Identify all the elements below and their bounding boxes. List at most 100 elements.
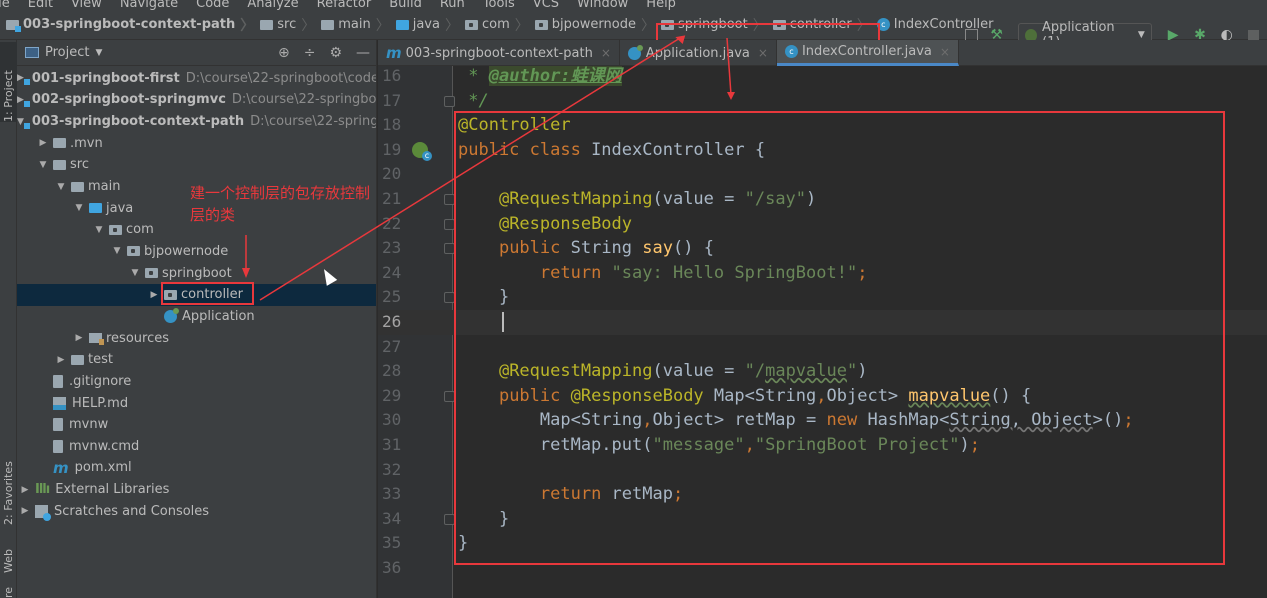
menu-help[interactable]: Help bbox=[646, 0, 676, 10]
breadcrumb-label: main bbox=[338, 17, 371, 32]
expand-right-icon[interactable]: ▶ bbox=[55, 355, 67, 365]
close-icon[interactable]: × bbox=[758, 46, 768, 60]
tree-item-mvnw-cmd[interactable]: mvnw.cmd bbox=[17, 436, 376, 458]
menu-tools[interactable]: Tools bbox=[483, 0, 515, 10]
breadcrumb-item-bjpowernode[interactable]: bjpowernode 〉 bbox=[529, 10, 655, 39]
tree-item-003-springboot-context-path[interactable]: ▼ 003-springboot-context-path D:\course\22… bbox=[17, 111, 376, 133]
tree-item-label: test bbox=[88, 352, 113, 368]
tree-item-label: 001-springboot-first bbox=[31, 70, 180, 86]
folder-icon bbox=[71, 354, 84, 365]
text-file-icon bbox=[53, 374, 63, 388]
menu-navigate[interactable]: Navigate bbox=[120, 0, 178, 10]
package-icon bbox=[534, 19, 548, 30]
editor-tab-indexcontroller-java[interactable]: c IndexController.java × bbox=[776, 40, 959, 66]
text-file-icon bbox=[53, 439, 63, 453]
expand-right-icon[interactable]: ▶ bbox=[73, 333, 85, 343]
controller-highlight-box bbox=[161, 282, 254, 305]
collapse-all-icon[interactable]: ÷ bbox=[304, 45, 316, 61]
tree-item-application[interactable]: Application bbox=[17, 306, 376, 328]
tool-tab-project[interactable]: 1: Project bbox=[0, 42, 17, 122]
menu-view[interactable]: View bbox=[71, 0, 102, 10]
menu-run[interactable]: Run bbox=[440, 0, 465, 10]
expand-right-icon[interactable]: ▶ bbox=[17, 73, 24, 83]
tree-item-label: 003-springboot-context-path bbox=[31, 114, 245, 130]
menu-refactor[interactable]: Refactor bbox=[317, 0, 372, 10]
line-number: 30 bbox=[382, 410, 402, 430]
gear-icon[interactable]: ⚙ bbox=[329, 45, 342, 61]
expand-down-icon[interactable]: ▼ bbox=[37, 160, 49, 170]
code-text: * @author:蛙课网 bbox=[458, 64, 622, 89]
tree-item-src[interactable]: ▼ src bbox=[17, 154, 376, 176]
tree-item-label: main bbox=[88, 179, 121, 195]
menu-bar: File Edit View Navigate Code Analyze Refactor B… bbox=[0, 0, 1267, 10]
expand-down-icon[interactable]: ▼ bbox=[93, 225, 105, 235]
expand-right-icon[interactable]: ▶ bbox=[19, 506, 31, 516]
line-number: 17 bbox=[382, 90, 402, 110]
code-line[interactable]: 16 * @author:蛙课网 bbox=[378, 64, 1267, 89]
expand-down-icon[interactable]: ▼ bbox=[111, 246, 123, 256]
code-line[interactable]: 17 */ bbox=[378, 89, 1267, 114]
code-token: */ bbox=[458, 90, 489, 111]
project-view-title[interactable]: Project bbox=[45, 45, 89, 60]
editor-tab-003-springboot-context-path[interactable]: m 003-springboot-context-path × bbox=[378, 40, 620, 66]
chevron-right-icon: 〉 bbox=[301, 17, 316, 34]
menu-window[interactable]: Window bbox=[577, 0, 628, 10]
editor-tabs: m 003-springboot-context-path × Application… bbox=[378, 40, 1267, 66]
fold-marker-icon[interactable] bbox=[444, 95, 455, 107]
tree-item-mvn[interactable]: ▶ .mvn bbox=[17, 132, 376, 154]
libraries-icon: Illı bbox=[35, 482, 50, 498]
tree-item-002-springboot-springmvc[interactable]: ▶ 002-springboot-springmvc D:\course\22-sp… bbox=[17, 89, 376, 111]
menu-vcs[interactable]: VCS bbox=[533, 0, 559, 10]
tree-item-gitignore[interactable]: .gitignore bbox=[17, 371, 376, 393]
tree-item-pom-xml[interactable]: m pom.xml bbox=[17, 457, 376, 479]
tree-item-label: resources bbox=[106, 330, 170, 346]
package-icon bbox=[127, 246, 140, 257]
expand-down-icon[interactable]: ▼ bbox=[73, 203, 85, 213]
menu-analyze[interactable]: Analyze bbox=[247, 0, 298, 10]
tree-item-mvnw[interactable]: mvnw bbox=[17, 414, 376, 436]
tool-tab-structure[interactable]: re bbox=[0, 580, 17, 598]
line-number: 20 bbox=[382, 164, 402, 184]
expand-down-icon[interactable]: ▼ bbox=[17, 117, 24, 127]
breadcrumb-item-java[interactable]: java 〉 bbox=[390, 10, 459, 39]
expand-right-icon[interactable]: ▶ bbox=[17, 95, 24, 105]
tree-item-bjpowernode[interactable]: ▼ bjpowernode bbox=[17, 241, 376, 263]
tool-tab-favorites[interactable]: 2: Favorites bbox=[0, 425, 17, 525]
tree-item-resources[interactable]: ▶ resources bbox=[17, 327, 376, 349]
line-number: 32 bbox=[382, 459, 402, 479]
expand-down-icon[interactable]: ▼ bbox=[129, 268, 141, 278]
tree-item-test[interactable]: ▶ test bbox=[17, 349, 376, 371]
spring-bean-icon[interactable] bbox=[412, 141, 432, 161]
breadcrumb-label: java bbox=[412, 17, 440, 32]
expand-right-icon[interactable]: ▶ bbox=[148, 290, 160, 300]
code-token: * bbox=[458, 66, 489, 86]
breadcrumb-item-src[interactable]: src 〉 bbox=[254, 10, 315, 39]
menu-build[interactable]: Build bbox=[389, 0, 422, 10]
close-icon[interactable]: × bbox=[601, 46, 611, 60]
tree-item-help-md[interactable]: HELP.md bbox=[17, 392, 376, 414]
expand-right-icon[interactable]: ▶ bbox=[19, 485, 31, 495]
menu-file[interactable]: File bbox=[0, 0, 10, 10]
tree-item-label: bjpowernode bbox=[144, 243, 229, 259]
package-icon bbox=[145, 268, 158, 279]
menu-code[interactable]: Code bbox=[196, 0, 229, 10]
menu-edit[interactable]: Edit bbox=[28, 0, 53, 10]
tool-tab-web[interactable]: Web bbox=[0, 525, 17, 573]
expand-down-icon[interactable]: ▼ bbox=[55, 182, 67, 192]
editor-tab-application-java[interactable]: Application.java × bbox=[620, 40, 777, 66]
package-icon bbox=[464, 19, 478, 30]
locate-icon[interactable]: ⊕ bbox=[278, 45, 290, 61]
expand-right-icon[interactable]: ▶ bbox=[37, 138, 49, 148]
breadcrumb-item-003-springboot-context-path[interactable]: 003-springboot-context-path 〉 bbox=[0, 10, 254, 39]
breadcrumb-item-com[interactable]: com 〉 bbox=[459, 10, 529, 39]
close-icon[interactable]: × bbox=[940, 45, 950, 59]
tree-item-scratches-and-consoles[interactable]: ▶ Scratches and Consoles bbox=[17, 501, 376, 523]
tree-item-001-springboot-first[interactable]: ▶ 001-springboot-first D:\course\22-spring… bbox=[17, 68, 376, 90]
project-folder-icon bbox=[6, 19, 21, 32]
tree-item-external-libraries[interactable]: ▶ Illı External Libraries bbox=[17, 479, 376, 501]
chevron-down-icon[interactable]: ▼ bbox=[95, 48, 102, 58]
chevron-right-icon: 〉 bbox=[444, 17, 459, 34]
hide-icon[interactable]: — bbox=[356, 45, 370, 61]
breadcrumb-item-main[interactable]: main 〉 bbox=[315, 10, 390, 39]
tool-tab-web-label: Web bbox=[2, 549, 15, 573]
